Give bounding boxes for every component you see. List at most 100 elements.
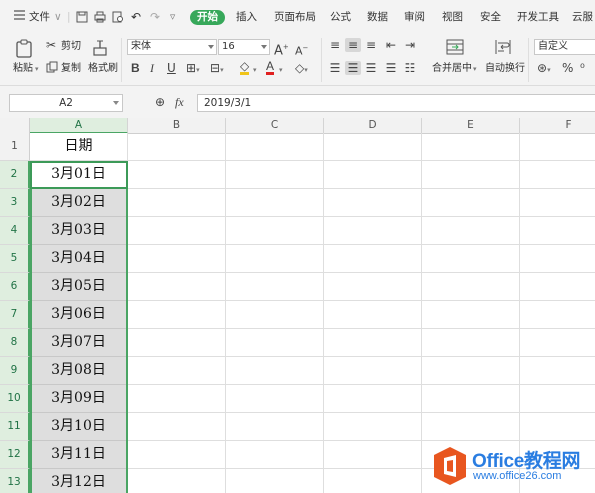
borders-icon[interactable]: ⊞▾ — [186, 61, 200, 77]
empty-cell[interactable] — [422, 217, 520, 245]
date-cell[interactable]: 3月06日 — [30, 301, 128, 329]
empty-cell[interactable] — [422, 413, 520, 441]
empty-cell[interactable] — [324, 245, 422, 273]
row-header[interactable]: 9 — [0, 357, 30, 385]
empty-cell[interactable] — [520, 301, 595, 329]
tab-view[interactable]: 视图 — [442, 9, 463, 25]
date-cell[interactable]: 3月01日 — [30, 161, 128, 189]
number-format-select[interactable]: 自定义 — [534, 39, 595, 55]
row-header[interactable]: 11 — [0, 413, 30, 441]
column-header-f[interactable]: F — [520, 118, 595, 134]
column-a-header-cell[interactable]: 日期 — [30, 133, 128, 161]
chevron-down-icon[interactable]: ∨ — [54, 9, 62, 25]
empty-cell[interactable] — [128, 441, 226, 469]
align-bottom-icon[interactable]: ≡ — [363, 38, 379, 52]
empty-cell[interactable] — [520, 245, 595, 273]
copy-icon[interactable] — [46, 61, 58, 73]
row-header[interactable]: 1 — [0, 133, 30, 161]
align-middle-icon[interactable]: ≡ — [345, 38, 361, 52]
empty-cell[interactable] — [226, 189, 324, 217]
empty-cell[interactable] — [422, 385, 520, 413]
save-icon[interactable] — [76, 11, 88, 23]
empty-cell[interactable] — [422, 189, 520, 217]
paste-button[interactable]: 粘贴 — [13, 63, 33, 75]
date-cell[interactable]: 3月11日 — [30, 441, 128, 469]
empty-cell[interactable] — [226, 441, 324, 469]
empty-cell[interactable] — [422, 301, 520, 329]
empty-cell[interactable] — [128, 273, 226, 301]
file-menu[interactable]: 文件 — [29, 9, 50, 25]
customize-toolbar-icon[interactable]: ▿ — [170, 9, 175, 25]
clear-format-icon[interactable]: ◇▾ — [295, 61, 308, 77]
empty-cell[interactable] — [324, 329, 422, 357]
empty-cell[interactable] — [422, 273, 520, 301]
font-name-select[interactable]: 宋体 — [127, 39, 217, 55]
paste-icon[interactable] — [14, 39, 34, 59]
empty-cell[interactable] — [520, 413, 595, 441]
empty-cell[interactable] — [226, 217, 324, 245]
tab-data[interactable]: 数据 — [367, 9, 388, 25]
empty-cell[interactable] — [128, 189, 226, 217]
tab-security[interactable]: 安全 — [480, 9, 501, 25]
empty-cell[interactable] — [422, 329, 520, 357]
formula-input[interactable]: 2019/3/1 — [197, 94, 595, 112]
empty-cell[interactable] — [128, 413, 226, 441]
hamburger-icon[interactable] — [14, 9, 25, 25]
empty-cell[interactable] — [128, 217, 226, 245]
empty-cell[interactable] — [226, 329, 324, 357]
empty-cell[interactable] — [520, 329, 595, 357]
scissors-icon[interactable]: ✂ — [46, 38, 56, 52]
empty-cell[interactable] — [324, 441, 422, 469]
date-cell[interactable]: 3月03日 — [30, 217, 128, 245]
empty-cell[interactable] — [520, 161, 595, 189]
empty-cell[interactable] — [128, 133, 226, 161]
zoom-search-icon[interactable]: ⊕ — [155, 95, 165, 109]
bold-icon[interactable]: B — [131, 61, 140, 75]
tab-review[interactable]: 审阅 — [404, 9, 425, 25]
fx-icon[interactable]: fx — [175, 95, 184, 109]
align-right-icon[interactable]: ☰ — [363, 61, 379, 75]
wrap-text-icon[interactable] — [494, 39, 512, 55]
undo-icon[interactable]: ↶ — [131, 9, 141, 25]
empty-cell[interactable] — [324, 301, 422, 329]
date-cell[interactable]: 3月04日 — [30, 245, 128, 273]
empty-cell[interactable] — [422, 245, 520, 273]
row-header[interactable]: 2 — [0, 161, 30, 189]
cell-style-icon[interactable]: ⊟▾ — [210, 61, 224, 77]
empty-cell[interactable] — [520, 385, 595, 413]
date-cell[interactable]: 3月08日 — [30, 357, 128, 385]
row-header[interactable]: 6 — [0, 273, 30, 301]
row-header[interactable]: 7 — [0, 301, 30, 329]
row-header[interactable]: 3 — [0, 189, 30, 217]
increase-font-size-icon[interactable]: A+ — [274, 40, 289, 58]
column-header-d[interactable]: D — [324, 118, 422, 134]
empty-cell[interactable] — [128, 301, 226, 329]
print-preview-icon[interactable] — [112, 11, 124, 23]
row-header[interactable]: 10 — [0, 385, 30, 413]
date-cell[interactable]: 3月09日 — [30, 385, 128, 413]
empty-cell[interactable] — [226, 301, 324, 329]
empty-cell[interactable] — [422, 357, 520, 385]
date-cell[interactable]: 3月12日 — [30, 469, 128, 493]
empty-cell[interactable] — [226, 161, 324, 189]
font-color-icon[interactable]: A — [266, 60, 275, 75]
row-header[interactable]: 5 — [0, 245, 30, 273]
justify-icon[interactable]: ☰ — [383, 61, 399, 75]
column-header-a[interactable]: A — [30, 118, 128, 134]
empty-cell[interactable] — [422, 133, 520, 161]
tab-formulas[interactable]: 公式 — [330, 9, 351, 25]
align-top-icon[interactable]: ≡ — [327, 38, 343, 52]
empty-cell[interactable] — [128, 357, 226, 385]
empty-cell[interactable] — [128, 245, 226, 273]
column-header-b[interactable]: B — [128, 118, 226, 134]
column-header-c[interactable]: C — [226, 118, 324, 134]
empty-cell[interactable] — [422, 161, 520, 189]
empty-cell[interactable] — [324, 133, 422, 161]
underline-icon[interactable]: U — [167, 61, 176, 75]
align-center-icon[interactable]: ☰ — [345, 61, 361, 75]
tab-home[interactable]: 开始 — [190, 10, 225, 25]
currency-icon[interactable]: ⊛▾ — [537, 61, 551, 77]
row-header[interactable]: 12 — [0, 441, 30, 469]
font-size-select[interactable]: 16 — [218, 39, 270, 55]
increase-indent-icon[interactable]: ⇥ — [402, 38, 418, 52]
